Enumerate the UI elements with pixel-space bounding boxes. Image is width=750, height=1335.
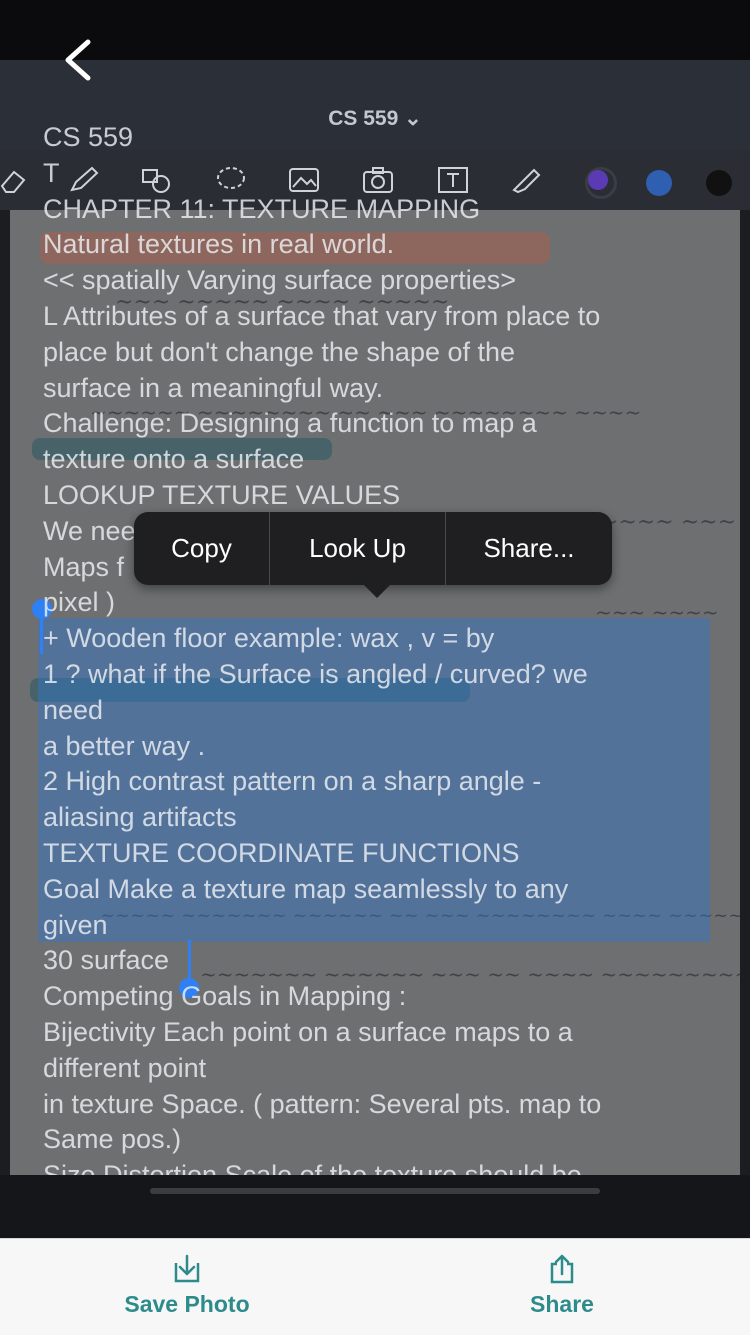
download-tray-icon: [174, 1254, 200, 1283]
copy-menu-item[interactable]: Copy: [134, 512, 269, 585]
recognized-text[interactable]: CS 559 T CHAPTER 11: TEXTURE MAPPING Natura…: [43, 120, 723, 1194]
recognized-text-line[interactable]: << spatially Varying surface properties>: [43, 263, 723, 299]
share-icon: [550, 1254, 574, 1284]
recognized-text-line[interactable]: L Attributes of a surface that vary from…: [43, 299, 723, 335]
recognized-text-line[interactable]: Goal Make a texture map seamlessly to an…: [43, 872, 723, 908]
eraser-icon: [0, 170, 26, 193]
recognized-text-line[interactable]: surface in a meaningful way.: [43, 371, 723, 407]
text-edit-menu: Copy Look Up Share...: [134, 512, 612, 585]
chevron-left-icon: [65, 39, 91, 81]
share-label: Share: [530, 1291, 594, 1317]
recognized-text-line[interactable]: a better way .: [43, 729, 723, 765]
photo-preview: CS 559 ⌄ ~~~ ~~~~~ ~~~~ ~~~~~ ~~~~~~ ~~~…: [0, 0, 750, 1238]
share-menu-item[interactable]: Share...: [446, 512, 612, 585]
recognized-text-line[interactable]: + Wooden floor example: wax , v = by: [43, 621, 723, 657]
recognized-text-line[interactable]: in texture Space. ( pattern: Several pts…: [43, 1087, 723, 1123]
device-bottom-frame: [0, 1175, 750, 1238]
recognized-text-line[interactable]: T: [43, 156, 723, 192]
look-up-menu-item[interactable]: Look Up: [270, 512, 445, 585]
save-photo-button[interactable]: Save Photo: [57, 1239, 317, 1335]
save-photo-label: Save Photo: [124, 1291, 250, 1317]
recognized-text-line[interactable]: LOOKUP TEXTURE VALUES: [43, 478, 723, 514]
recognized-text-line[interactable]: Competing Goals in Mapping :: [43, 979, 723, 1015]
recognized-text-line[interactable]: aliasing artifacts: [43, 800, 723, 836]
recognized-text-line[interactable]: place but don't change the shape of the: [43, 335, 723, 371]
recognized-text-line[interactable]: 1 ? what if the Surface is angled / curv…: [43, 657, 723, 693]
recognized-text-line[interactable]: 30 surface: [43, 943, 723, 979]
recognized-text-line[interactable]: need: [43, 693, 723, 729]
back-button[interactable]: [58, 36, 98, 84]
share-button[interactable]: Share: [432, 1239, 692, 1335]
bottom-action-bar: Save Photo Share: [0, 1238, 750, 1335]
recognized-text-line[interactable]: 2 High contrast pattern on a sharp angle…: [43, 764, 723, 800]
recognized-text-line[interactable]: CHAPTER 11: TEXTURE MAPPING: [43, 192, 723, 228]
recognized-text-line[interactable]: TEXTURE COORDINATE FUNCTIONS: [43, 836, 723, 872]
recognized-text-line[interactable]: given: [43, 908, 723, 944]
page-scroll-indicator: [150, 1188, 600, 1194]
recognized-text-line[interactable]: Challenge: Designing a function to map a: [43, 406, 723, 442]
recognized-text-line[interactable]: CS 559: [43, 120, 723, 156]
status-area: [0, 0, 750, 60]
recognized-text-line[interactable]: Same pos.): [43, 1122, 723, 1158]
recognized-text-line[interactable]: Natural textures in real world.: [43, 227, 723, 263]
recognized-text-line[interactable]: different point: [43, 1051, 723, 1087]
recognized-text-line[interactable]: Bijectivity Each point on a surface maps…: [43, 1015, 723, 1051]
recognized-text-line[interactable]: texture onto a surface: [43, 442, 723, 478]
menu-pointer: [363, 584, 391, 598]
